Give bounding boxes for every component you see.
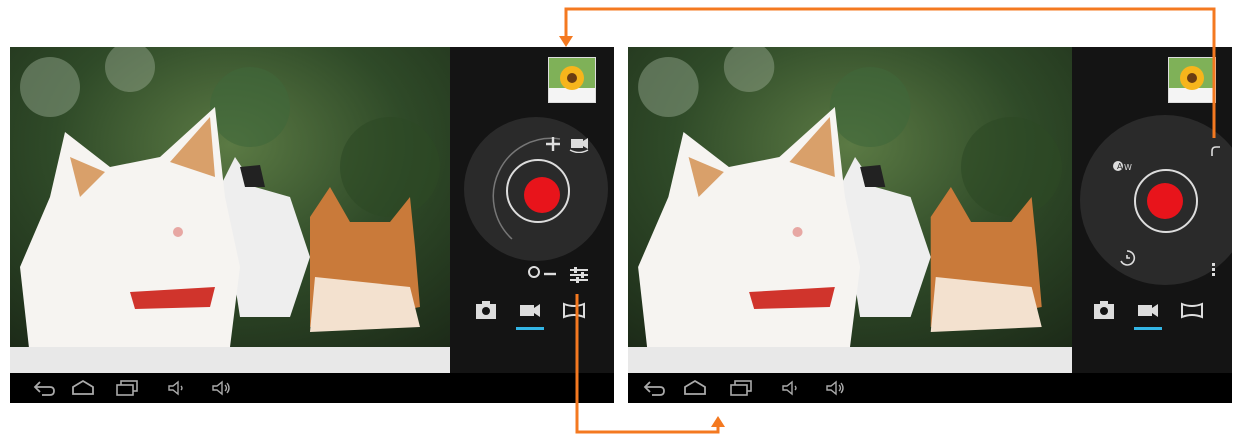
- gallery-thumbnail[interactable]: [1168, 57, 1216, 103]
- zoom-in-icon[interactable]: [544, 135, 562, 153]
- recent-apps-icon[interactable]: [114, 379, 140, 397]
- recent-apps-icon[interactable]: [728, 379, 754, 397]
- back-icon[interactable]: [32, 379, 56, 397]
- system-navigation-bar: [10, 373, 614, 403]
- corner-indicator-icon[interactable]: [1210, 145, 1222, 157]
- gallery-thumbnail[interactable]: [548, 57, 596, 103]
- white-balance-auto-icon[interactable]: A W: [1112, 159, 1136, 173]
- camera-mode-icon[interactable]: [474, 299, 498, 321]
- svg-text:W: W: [1124, 163, 1132, 172]
- video-mode-icon[interactable]: [1136, 299, 1160, 321]
- home-icon[interactable]: [682, 379, 708, 397]
- home-icon[interactable]: [70, 379, 96, 397]
- camera-mode-icon[interactable]: [1092, 299, 1116, 321]
- switch-camera-icon[interactable]: [568, 135, 590, 153]
- panorama-mode-icon[interactable]: [1180, 299, 1204, 321]
- video-mode-icon[interactable]: [518, 299, 542, 321]
- settings-icon[interactable]: [568, 265, 590, 285]
- panorama-mode-icon[interactable]: [562, 299, 586, 321]
- viewfinder-photo: [628, 47, 1072, 373]
- mode-switcher: [1072, 299, 1232, 330]
- exposure-timer-icon[interactable]: [1118, 249, 1136, 267]
- mode-switcher: [450, 299, 614, 330]
- volume-down-icon[interactable]: [166, 379, 186, 397]
- active-mode-indicator: [516, 327, 544, 330]
- right-camera-screen: A W: [628, 47, 1232, 403]
- record-button[interactable]: [1147, 183, 1183, 219]
- volume-up-icon[interactable]: [824, 379, 846, 397]
- camera-control-panel: A W: [1072, 47, 1232, 373]
- record-button[interactable]: [524, 177, 560, 213]
- svg-text:A: A: [1117, 162, 1123, 171]
- more-options-icon[interactable]: [1210, 261, 1218, 279]
- back-icon[interactable]: [642, 379, 666, 397]
- system-navigation-bar: [628, 373, 1232, 403]
- viewfinder-photo: [10, 47, 450, 373]
- volume-down-icon[interactable]: [780, 379, 800, 397]
- zoom-out-icon[interactable]: [528, 265, 562, 279]
- active-mode-indicator: [1134, 327, 1162, 330]
- volume-up-icon[interactable]: [210, 379, 232, 397]
- left-camera-screen: [10, 47, 614, 403]
- camera-control-panel: [450, 47, 614, 373]
